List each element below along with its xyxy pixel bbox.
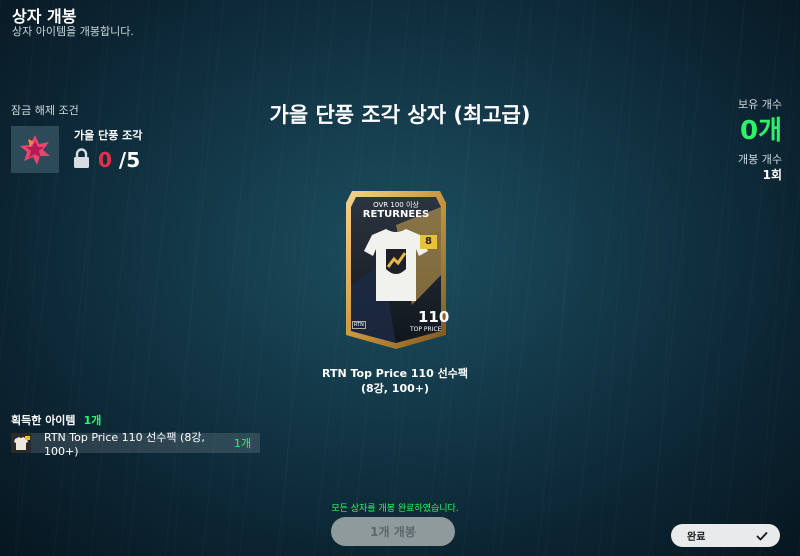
player-pack-card: OVR 100 이상 RETURNEES 8 110 TOP PRICE RTN [342, 185, 450, 351]
done-button-label: 완료 [687, 532, 706, 543]
open-count-value: 1회 [762, 168, 782, 182]
acquired-count: 1개 [83, 414, 102, 427]
acquired-item-qty: 1개 [234, 437, 252, 450]
lock-icon [74, 148, 89, 168]
open-count-label: 개봉 개수 [738, 153, 782, 166]
maple-leaf-icon [11, 126, 59, 173]
unlock-required: /5 [118, 148, 141, 172]
card-price: 110 [418, 308, 450, 326]
player-pack-thumbnail-icon [11, 433, 31, 453]
box-title: 가을 단풍 조각 상자 (최고급) [269, 103, 531, 127]
acquired-item-row[interactable]: RTN Top Price 110 선수팩 (8강, 100+) 1개 [11, 431, 260, 458]
open-one-button[interactable]: 1개 개봉 [331, 517, 455, 546]
unlock-progress: 0 /5 [98, 148, 140, 172]
acquired-label-text: 획득한 아이템 [11, 414, 76, 427]
complete-message: 모든 상자를 개봉 완료하였습니다. [331, 504, 459, 514]
acquired-items-label: 획득한 아이템 1개 [11, 412, 101, 428]
unlock-item-name: 가을 단풍 조각 [74, 129, 143, 142]
card-caption-line2: (8강, 100+) [360, 382, 429, 395]
own-count-value: 0개 [739, 116, 782, 146]
check-icon [756, 531, 768, 541]
page-subtitle: 상자 아이템을 개봉합니다. [12, 25, 134, 38]
unlock-current: 0 [98, 148, 112, 172]
card-grade-badge: 8 [425, 236, 432, 247]
acquired-item-name: RTN Top Price 110 선수팩 (8강, 100+) [44, 430, 205, 458]
card-series-label: RETURNEES [362, 209, 430, 220]
card-caption-line1: RTN Top Price 110 선수팩 [321, 367, 469, 380]
done-button[interactable]: 완료 [671, 524, 780, 547]
card-rtn-badge: RTN [352, 321, 366, 329]
card-price-label: TOP PRICE [410, 326, 442, 333]
card-caption: RTN Top Price 110 선수팩 (8강, 100+) [0, 366, 790, 396]
